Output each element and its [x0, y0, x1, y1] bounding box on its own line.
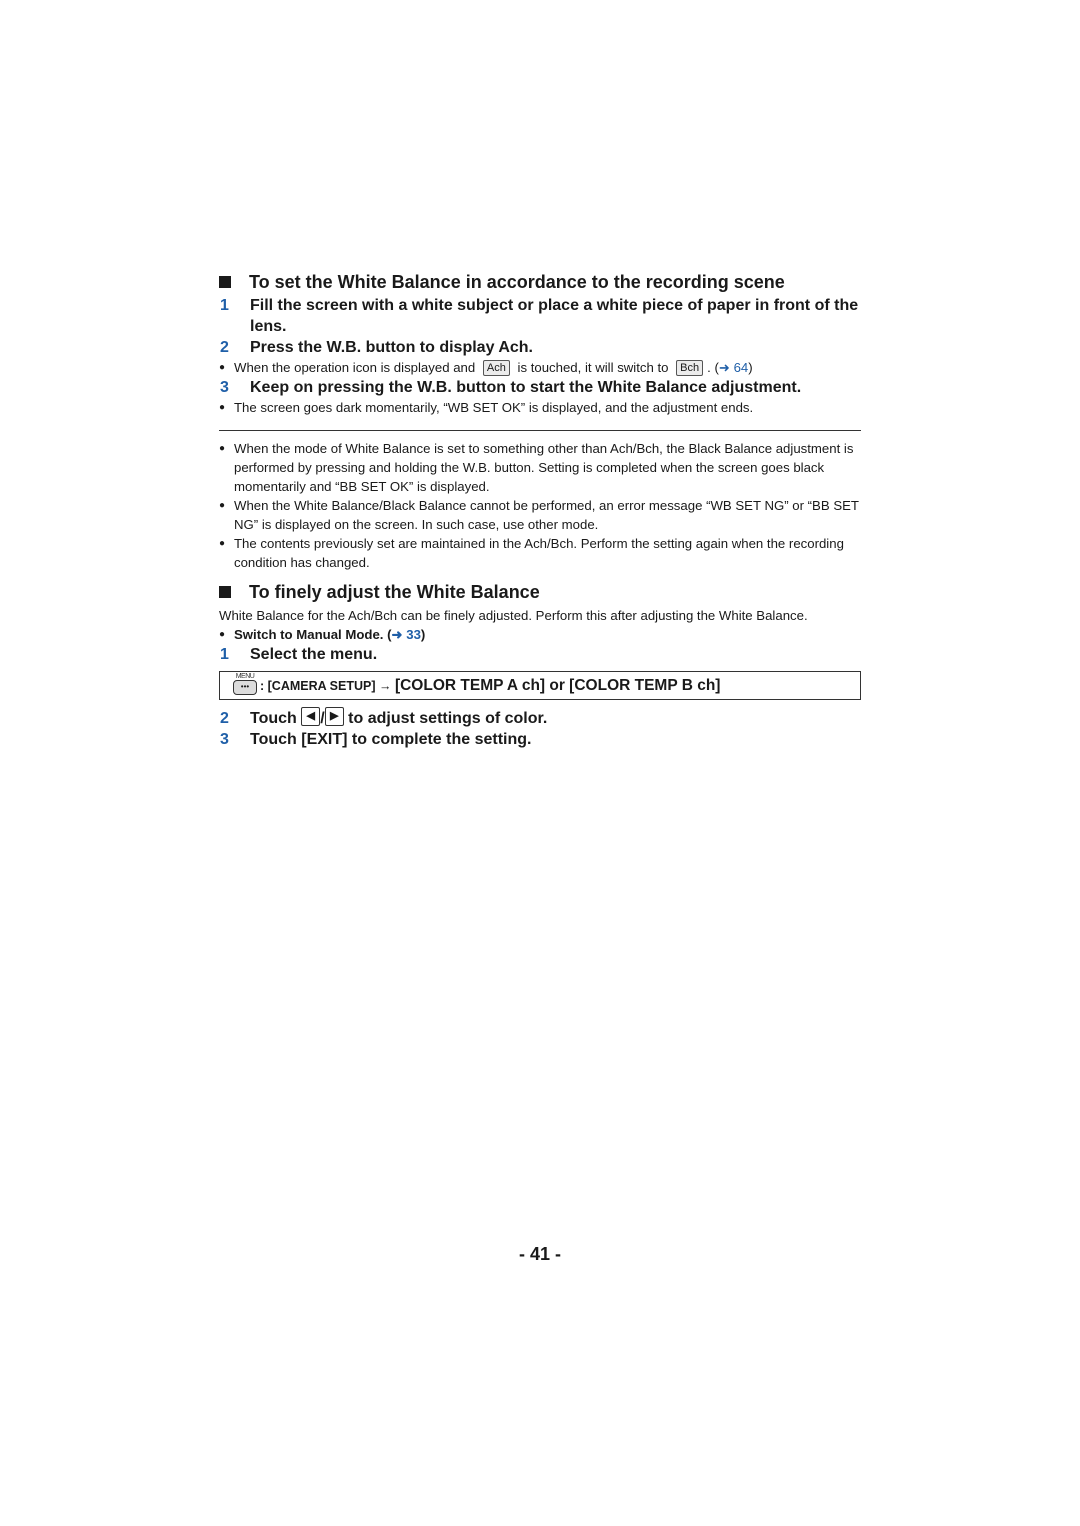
bullet-icon: ● — [219, 538, 226, 549]
ach-icon: Ach — [482, 360, 510, 376]
page-ref-link-64[interactable]: ➜ 64 — [719, 360, 748, 375]
right-arrow-icon: ▶ — [324, 707, 344, 727]
note-maintained: ● The contents previously set are mainta… — [219, 536, 844, 570]
step-1: 1 Fill the screen with a white subject o… — [220, 297, 859, 335]
step-touch-arrows: 2 Touch ◀ / ▶ to adjust settings of color. — [219, 707, 861, 729]
note-ach-bch-switch: ● When the operation icon is displayed a… — [219, 360, 753, 376]
square-bullet-icon — [219, 276, 231, 288]
bullet-icon: ● — [219, 500, 226, 511]
section-heading-white-balance-scene: To set the White Balance in accordance t… — [219, 270, 861, 294]
note-black-balance: ● When the mode of White Balance is set … — [219, 441, 854, 494]
bullet-icon: ● — [219, 362, 226, 373]
note-set-ng: ● When the White Balance/Black Balance c… — [219, 498, 859, 532]
bullet-icon: ● — [219, 402, 226, 413]
bch-icon: Bch — [676, 360, 704, 376]
menu-path-target: [COLOR TEMP A ch] or [COLOR TEMP B ch] — [394, 676, 721, 694]
menu-icon: MENU ••• — [232, 673, 258, 695]
section-heading-fine-adjust: To finely adjust the White Balance — [219, 580, 861, 604]
bullet-icon: ● — [219, 443, 226, 454]
left-arrow-icon: ◀ — [301, 707, 321, 727]
page-number: - 41 - — [518, 1244, 561, 1264]
page-ref-link-33[interactable]: ➜ 33 — [392, 627, 421, 642]
menu-path-box: MENU ••• : [CAMERA SETUP] → [COLOR TEMP … — [219, 671, 861, 700]
bullet-icon: ● — [219, 629, 226, 640]
manual-page-content: To set the White Balance in accordance t… — [219, 270, 861, 750]
divider — [219, 430, 861, 431]
prereq-manual-mode: ● Switch to Manual Mode. (➜ 33) — [219, 627, 426, 642]
intro-paragraph: White Balance for the Ach/Bch can be fin… — [219, 608, 808, 623]
step-select-menu: 1 Select the menu. — [220, 646, 378, 663]
menu-path-prefix: : [CAMERA SETUP] → — [260, 678, 395, 693]
note-wb-set-ok: ● The screen goes dark momentarily, “WB … — [219, 400, 754, 415]
square-bullet-icon — [219, 586, 231, 598]
step-touch-exit: 3 Touch [EXIT] to complete the setting. — [220, 731, 532, 748]
step-2: 2 Press the W.B. button to display Ach. — [220, 339, 533, 356]
step-3: 3 Keep on pressing the W.B. button to st… — [220, 379, 802, 396]
